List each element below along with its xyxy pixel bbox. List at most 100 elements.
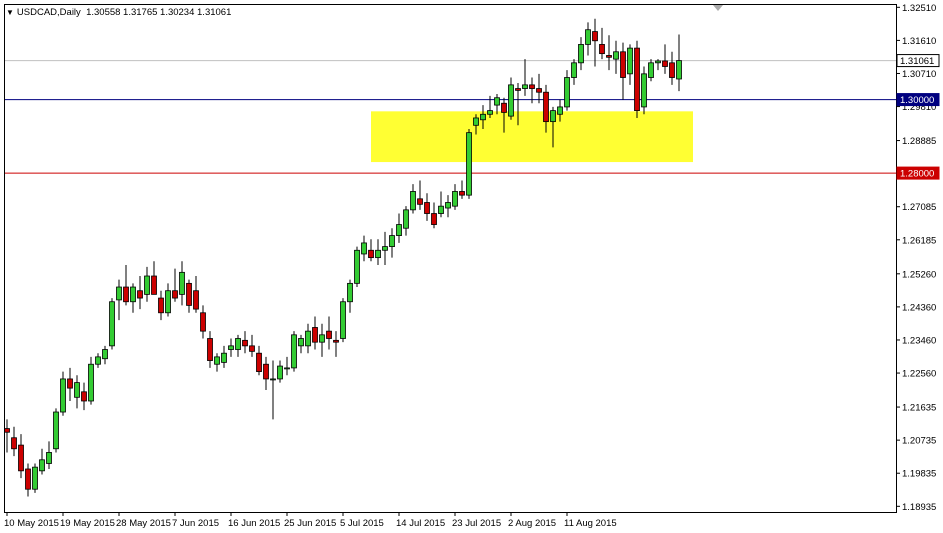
- bull-candle-body: [319, 334, 325, 343]
- x-tick-label: 14 Jul 2015: [396, 518, 445, 529]
- bear-candle-body: [431, 213, 437, 225]
- bear-candle-body: [606, 55, 612, 58]
- bull-candle-body: [179, 271, 185, 295]
- bull-candle-body: [487, 110, 493, 115]
- price-axis[interactable]: 1.325101.316101.307101.298101.288851.279…: [896, 3, 936, 513]
- candle: [18, 434, 24, 479]
- candle: [655, 59, 661, 71]
- candle: [151, 261, 157, 295]
- candle: [214, 353, 220, 372]
- candle: [228, 338, 234, 357]
- candle: [172, 268, 178, 302]
- bull-candle-body: [389, 235, 395, 248]
- candle: [11, 426, 17, 457]
- bear-candle-body: [592, 31, 598, 42]
- x-tick-label: 25 Jun 2015: [284, 518, 336, 529]
- bull-candle-body: [585, 29, 591, 45]
- candle: [179, 261, 185, 306]
- bull-candle-body: [648, 62, 654, 78]
- scroll-marker-icon[interactable]: [713, 5, 723, 11]
- candle: [592, 18, 598, 67]
- candle: [403, 206, 409, 236]
- bull-candle-body: [270, 378, 276, 381]
- candle: [347, 279, 353, 313]
- bull-candle-body: [109, 301, 115, 347]
- candle: [375, 239, 381, 265]
- bear-candle-body: [249, 345, 255, 352]
- bear-candle-body: [81, 391, 87, 402]
- bear-candle-body: [123, 286, 129, 303]
- candle: [284, 356, 290, 376]
- candles-layer: [4, 18, 682, 497]
- bull-candle-body: [452, 191, 458, 207]
- bear-candle-body: [599, 44, 605, 55]
- x-tick-label: 19 May 2015: [60, 518, 115, 529]
- bear-candle-body: [662, 60, 668, 67]
- bull-candle-body: [354, 249, 360, 284]
- candle: [277, 360, 283, 383]
- candle: [326, 316, 332, 350]
- candle: [67, 367, 73, 401]
- bear-candle-body: [634, 47, 640, 111]
- bull-candle-body: [494, 97, 500, 106]
- bear-candle-body: [11, 437, 17, 450]
- bull-candle-body: [130, 286, 136, 303]
- candle: [396, 213, 402, 243]
- candle: [641, 66, 647, 115]
- candlestick-chart[interactable]: 1.325101.316101.307101.298101.288851.279…: [0, 0, 943, 533]
- support-zone[interactable]: [371, 111, 693, 163]
- x-tick-label: 28 May 2015: [116, 518, 171, 529]
- y-tick-label: 1.23460: [902, 335, 936, 346]
- bull-candle-body: [340, 301, 346, 339]
- candle: [340, 298, 346, 343]
- bear-candle-body: [312, 327, 318, 343]
- candle: [207, 331, 213, 368]
- bear-candle-body: [459, 191, 465, 196]
- y-tick-label: 1.30710: [902, 69, 936, 80]
- candle: [585, 22, 591, 56]
- y-tick-label: 1.25260: [902, 269, 936, 280]
- candle: [298, 334, 304, 354]
- candle: [102, 345, 108, 365]
- candle: [522, 59, 528, 96]
- bear-candle-body: [67, 378, 73, 389]
- y-tick-label: 1.22560: [902, 369, 936, 380]
- bull-candle-body: [95, 356, 101, 365]
- y-tick-label: 1.24360: [902, 302, 936, 313]
- candle: [438, 191, 444, 218]
- x-tick-label: 23 Jul 2015: [452, 518, 501, 529]
- candle: [53, 408, 59, 453]
- x-tick-label: 5 Jul 2015: [340, 518, 384, 529]
- candle: [319, 323, 325, 357]
- level-label-text: 1.30000: [900, 95, 934, 106]
- bull-candle-body: [277, 365, 283, 380]
- candle: [193, 276, 199, 313]
- candle: [312, 316, 318, 350]
- candle: [382, 231, 388, 265]
- candle: [445, 195, 451, 218]
- candle: [536, 73, 542, 104]
- candle: [270, 360, 276, 420]
- candle: [606, 35, 612, 71]
- candle: [88, 356, 94, 405]
- candle: [249, 334, 255, 357]
- bear-candle-body: [4, 428, 10, 433]
- candle: [599, 27, 605, 60]
- x-tick-label: 2 Aug 2015: [508, 518, 556, 529]
- candle: [305, 323, 311, 354]
- candle: [144, 266, 150, 302]
- candle: [669, 51, 675, 85]
- candle: [137, 276, 143, 310]
- y-tick-label: 1.28885: [902, 136, 936, 147]
- bull-candle-body: [291, 334, 297, 369]
- candle: [123, 264, 129, 306]
- candle: [263, 356, 269, 390]
- bull-candle-body: [571, 62, 577, 78]
- bear-candle-body: [333, 339, 339, 343]
- bull-candle-body: [88, 363, 94, 402]
- bull-candle-body: [32, 466, 38, 490]
- bear-candle-body: [536, 88, 542, 93]
- candle: [165, 283, 171, 317]
- time-axis[interactable]: 10 May 2015 19 May 2015 28 May 2015 7 Jun 2…: [4, 512, 617, 529]
- candle: [74, 375, 80, 409]
